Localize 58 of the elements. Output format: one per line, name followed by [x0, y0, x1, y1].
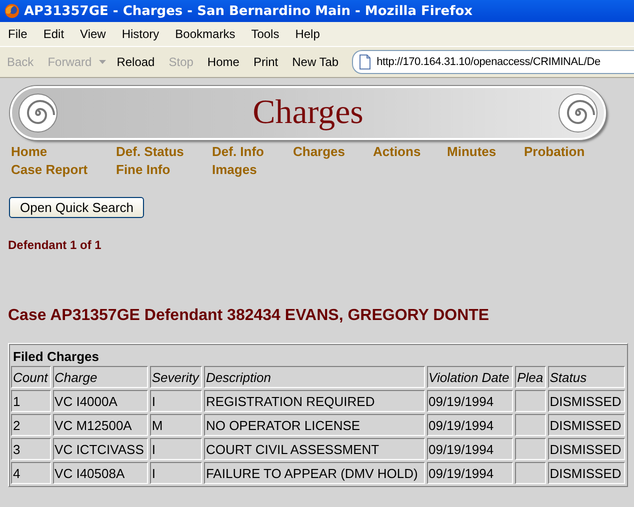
table-cell: 09/19/1994 — [426, 438, 514, 460]
table-cell — [515, 414, 546, 436]
table-cell — [515, 390, 546, 412]
address-field[interactable]: http://170.164.31.10/openaccess/CRIMINAL/De — [352, 50, 634, 74]
table-cell: 2 — [11, 414, 51, 436]
menu-item[interactable]: File — [0, 27, 36, 41]
table-cell: VC M12500A — [52, 414, 148, 436]
case-heading: Case AP31357GE Defendant 382434 EVANS, GREGORY DONTE — [8, 307, 490, 325]
spiral-icon — [18, 93, 58, 133]
table-cell: DISMISSED — [548, 390, 625, 412]
table-cell: DISMISSED — [548, 438, 625, 460]
page-title: Charges — [252, 94, 364, 132]
table-cell: 09/19/1994 — [426, 414, 514, 436]
column-header: Violation Date — [426, 366, 514, 388]
table-cell: I — [150, 438, 202, 460]
column-header: Charge — [52, 366, 148, 388]
firefox-icon — [4, 3, 20, 19]
table-cell: M — [150, 414, 202, 436]
table-cell: NO OPERATOR LICENSE — [204, 414, 425, 436]
table-cell: VC I40508A — [52, 462, 148, 484]
toolbar-button[interactable]: Home — [200, 55, 246, 69]
table-cell: 09/19/1994 — [426, 390, 514, 412]
menu-item[interactable]: Help — [287, 27, 328, 41]
table-cell — [515, 462, 546, 484]
toolbar-button[interactable]: Print — [246, 55, 286, 69]
menu-item[interactable]: History — [114, 27, 168, 41]
column-header: Severity — [150, 366, 202, 388]
menu-item[interactable]: Tools — [243, 27, 288, 41]
quick-search-button[interactable]: Open Quick Search — [9, 197, 144, 218]
page-icon — [358, 54, 371, 70]
dropdown-caret-icon[interactable] — [98, 60, 106, 64]
table-cell: REGISTRATION REQUIRED — [204, 390, 425, 412]
table-caption: Filed Charges — [12, 348, 100, 364]
table-cell: I — [150, 462, 202, 484]
defendant-count: Defendant 1 of 1 — [8, 238, 102, 252]
column-header: Description — [204, 366, 425, 388]
column-header: Status — [548, 366, 625, 388]
table-cell: 09/19/1994 — [426, 462, 514, 484]
spiral-icon — [558, 93, 598, 133]
menu-item[interactable]: Edit — [35, 27, 72, 41]
table-cell: 4 — [11, 462, 51, 484]
column-header: Count — [11, 366, 51, 388]
window-title: AP31357GE - Charges - San Bernardino Main - Mozilla Firefox — [24, 4, 473, 18]
table-cell: 1 — [11, 390, 51, 412]
table-cell: DISMISSED — [548, 414, 625, 436]
table-cell: DISMISSED — [548, 462, 625, 484]
toolbar-button[interactable]: Reload — [110, 55, 162, 69]
column-header: Plea — [515, 366, 546, 388]
table-cell: I — [150, 390, 202, 412]
menu-item[interactable]: View — [72, 27, 114, 41]
menu-item[interactable]: Bookmarks — [167, 27, 244, 41]
table-cell: VC ICTCIVASS — [52, 438, 148, 460]
table-cell — [515, 438, 546, 460]
toolbar-button[interactable]: New Tab — [285, 55, 346, 69]
table-cell: COURT CIVIL ASSESSMENT — [204, 438, 425, 460]
table-cell: FAILURE TO APPEAR (DMV HOLD) — [204, 462, 425, 484]
table-cell: VC I4000A — [52, 390, 148, 412]
table-cell: 3 — [11, 438, 51, 460]
